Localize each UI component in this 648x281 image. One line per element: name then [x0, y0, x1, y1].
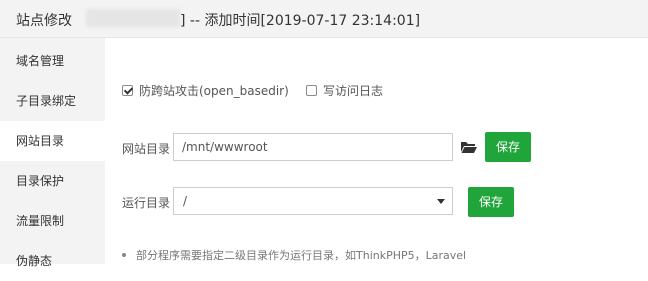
access-log-label: 写访问日志 [323, 83, 384, 98]
chevron-down-icon [437, 199, 445, 204]
redacted-site-name [86, 9, 180, 27]
access-log-option[interactable]: 写访问日志 [306, 82, 383, 98]
folder-icon[interactable] [460, 139, 478, 155]
sidebar-item-domain[interactable]: 域名管理 [0, 41, 105, 81]
run-dir-selected-value: / [183, 194, 188, 208]
sidebar-item-rewrite[interactable]: 伪静态 [0, 241, 105, 281]
site-dir-label: 网站目录 [122, 142, 171, 156]
run-dir-label: 运行目录 [122, 196, 171, 210]
sidebar-item-dir-protection[interactable]: 目录保护 [0, 161, 105, 201]
access-log-checkbox[interactable] [306, 84, 317, 96]
sidebar-item-site-directory[interactable]: 网站目录 [0, 121, 105, 161]
sidebar: 域名管理 子目录绑定 网站目录 目录保护 流量限制 伪静态 [0, 38, 105, 268]
help-note: 部分程序需要指定二级目录作为运行目录，如ThinkPHP5，Laravel [122, 247, 466, 263]
save-run-dir-button[interactable]: 保存 [468, 187, 514, 217]
bullet-icon [122, 253, 126, 257]
run-dir-select[interactable]: / [173, 187, 453, 215]
anti-xss-label: 防跨站攻击(open_basedir) [139, 83, 289, 98]
anti-xss-option[interactable]: 防跨站攻击(open_basedir) [122, 82, 289, 98]
sidebar-item-traffic-limit[interactable]: 流量限制 [0, 201, 105, 241]
anti-xss-checkbox[interactable] [122, 84, 133, 96]
save-site-dir-button[interactable]: 保存 [485, 132, 531, 162]
dialog-title-bar: 站点修改 ] -- 添加时间[2019-07-17 23:14:01] [0, 0, 648, 38]
dialog-title-prefix: 站点修改 [16, 13, 72, 29]
help-note-text: 部分程序需要指定二级目录作为运行目录，如ThinkPHP5，Laravel [136, 249, 467, 262]
dialog-title-suffix: ] -- 添加时间[2019-07-17 23:14:01] [180, 13, 421, 29]
site-dir-input[interactable] [173, 133, 453, 161]
sidebar-item-subdir-binding[interactable]: 子目录绑定 [0, 81, 105, 121]
